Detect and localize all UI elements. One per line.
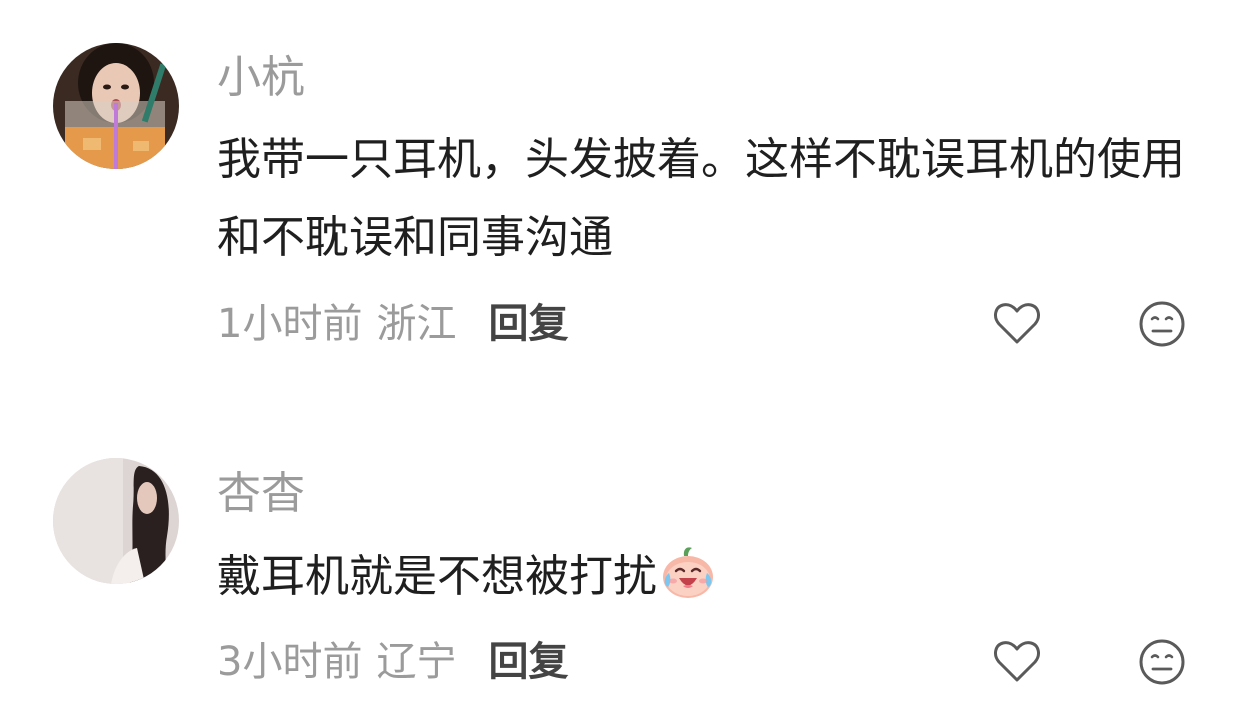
username[interactable]: 杏杳 — [217, 464, 305, 524]
like-button[interactable] — [992, 637, 1042, 687]
comment-location: 辽宁 — [376, 639, 457, 685]
laughing-tears-emoji-icon — [659, 543, 717, 601]
neutral-face-icon — [1139, 639, 1185, 685]
comment-meta: 3小时前 辽宁 回复 — [217, 634, 568, 690]
comment-text: 戴耳机就是不想被打扰 — [217, 538, 1207, 616]
avatar-girl-long-hair-icon — [53, 458, 179, 584]
dislike-button[interactable] — [1137, 637, 1187, 687]
comment-text-content: 戴耳机就是不想被打扰 — [217, 551, 657, 602]
avatar[interactable] — [53, 458, 179, 584]
reply-button[interactable]: 回复 — [488, 634, 568, 690]
comment-item: 杏杳 戴耳机就是不想被打扰 3小时前 辽宁 回复 — [0, 0, 1260, 725]
heart-outline-icon — [994, 641, 1040, 682]
comment-time: 3小时前 — [217, 639, 363, 685]
